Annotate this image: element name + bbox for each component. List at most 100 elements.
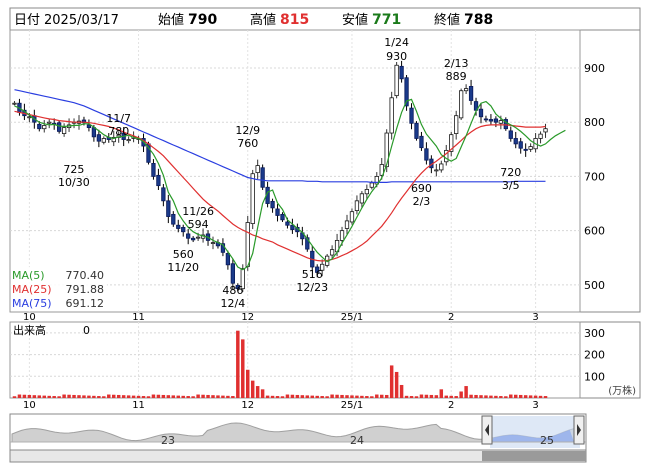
volume-bar	[27, 394, 32, 398]
candle-body	[181, 226, 186, 233]
volume-bar	[280, 396, 285, 398]
range-navigator[interactable]: 23 24 25	[9, 413, 587, 463]
volume-bar	[156, 394, 161, 398]
volume-bar	[196, 394, 200, 398]
volume-bar	[246, 369, 250, 398]
candle-body	[419, 135, 424, 149]
stock-chart: 日付 2025/03/17 始値 790 高値 815 安値 771 終値 78…	[9, 7, 641, 463]
volume-bar	[102, 396, 106, 398]
volume-bar	[221, 395, 225, 398]
annotation-line1: 2/13	[444, 57, 469, 70]
candle-body	[280, 213, 285, 221]
candle-body	[354, 200, 360, 211]
annotation-line1: 560	[173, 248, 194, 261]
close-label: 終値	[434, 12, 460, 28]
month-axis-bottom: 10 11 12 25/1 2 3	[23, 400, 539, 411]
ma25-label: MA(25)	[12, 283, 52, 296]
candle-body	[394, 64, 399, 97]
volume-bar	[434, 395, 439, 398]
volume-bar	[161, 394, 166, 398]
volume-bar	[141, 396, 146, 398]
volume-bar	[469, 394, 473, 398]
candle-body	[57, 122, 62, 132]
candle-body	[91, 127, 97, 138]
volume-bar	[171, 395, 176, 398]
volume-bar	[97, 396, 101, 398]
price-tick-label: 500	[584, 279, 605, 292]
candle-body	[359, 193, 365, 204]
candle-body	[389, 97, 394, 134]
date-label: 日付	[14, 13, 40, 28]
month-label: 10	[23, 400, 36, 411]
volume-bar	[375, 394, 379, 398]
open-value: 790	[188, 12, 217, 28]
candle-body	[161, 187, 166, 202]
candle-body	[508, 130, 513, 139]
candle-body	[369, 182, 374, 188]
volume-bar	[52, 396, 56, 398]
candle-body	[195, 236, 201, 239]
annotation-line1: 11/7	[106, 112, 131, 125]
ma5-value: 770.40	[66, 269, 105, 282]
volume-bar	[57, 396, 61, 398]
volume-bar	[464, 386, 468, 398]
candle-body	[513, 138, 518, 145]
date-value: 2025/03/17	[44, 13, 119, 28]
candle-body	[339, 230, 345, 241]
month-label: 12	[241, 400, 254, 411]
volume-bar	[295, 394, 300, 398]
annotation-line2: 2/3	[413, 195, 431, 208]
volume-bar	[335, 394, 339, 398]
volume-bar	[310, 395, 314, 398]
candle-body	[523, 148, 528, 151]
candle-body	[12, 102, 17, 105]
volume-bar	[474, 394, 478, 398]
volume-bar	[131, 395, 136, 398]
candle-body	[528, 146, 533, 150]
candle-body	[439, 163, 444, 171]
candle-body	[478, 108, 484, 118]
annotation-line2: 594	[188, 218, 209, 231]
navigator-scroll-thumb[interactable]	[482, 451, 586, 461]
month-label: 12	[241, 312, 254, 323]
annotation-line2: 12/4	[221, 297, 246, 310]
nav-year-24: 24	[350, 434, 364, 447]
volume-bar	[528, 395, 533, 398]
candle-body	[37, 123, 42, 130]
volume-bar	[112, 394, 116, 398]
volume-bar	[166, 395, 171, 398]
candle-body	[364, 189, 369, 195]
volume-bar	[449, 395, 453, 398]
volume-tick-label: 100	[584, 370, 605, 383]
candle-body	[47, 121, 52, 124]
candle-body	[171, 213, 176, 225]
volume-bar	[285, 394, 290, 398]
volume-tick-label: 200	[584, 349, 605, 362]
volume-bar	[12, 396, 17, 398]
candle-body	[156, 174, 161, 187]
volume-bar	[206, 394, 210, 398]
price-tick-label: 700	[584, 170, 605, 183]
candle-body	[225, 253, 231, 266]
month-label: 3	[532, 312, 538, 323]
candle-body	[285, 221, 290, 226]
annotation-line1: 1/24	[384, 36, 409, 49]
volume-bar	[270, 395, 275, 398]
close-value: 788	[464, 12, 493, 28]
volume-bar	[231, 396, 235, 398]
annotation-line2: 10/30	[58, 176, 90, 189]
ma25-value: 791.88	[66, 283, 105, 296]
candle-body	[151, 163, 156, 177]
volume-bar	[126, 395, 131, 398]
volume-bar	[518, 394, 523, 398]
volume-bar	[47, 395, 51, 398]
low-label: 安値	[342, 12, 368, 28]
volume-bar	[236, 330, 240, 398]
volume-bar	[107, 394, 111, 398]
candle-body	[468, 86, 474, 101]
candle-body	[255, 165, 260, 174]
volume-bar	[67, 394, 71, 398]
candle-body	[414, 122, 419, 139]
candle-body	[434, 169, 439, 172]
volume-tick-label: 300	[584, 327, 605, 340]
